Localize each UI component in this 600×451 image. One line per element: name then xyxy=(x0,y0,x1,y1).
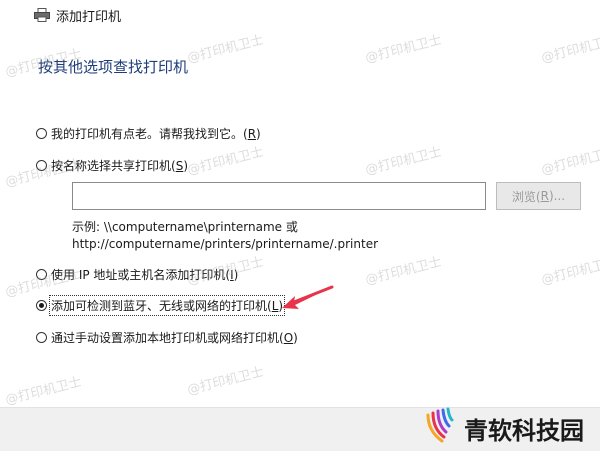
logo-text: 青软科技园 xyxy=(464,417,584,445)
watermark: @打印机卫士 xyxy=(3,374,84,409)
radio-old-printer[interactable] xyxy=(36,128,47,139)
page-heading: 按其他选项查找打印机 xyxy=(38,58,189,76)
option-old-printer-label: 我的打印机有点老。请帮我找到它。(R) xyxy=(51,127,261,141)
option-old-printer[interactable]: 我的打印机有点老。请帮我找到它。(R) xyxy=(36,125,261,142)
logo-wave-icon xyxy=(426,407,454,443)
watermark: @打印机卫士 xyxy=(185,144,266,179)
title-bar: 添加打印机 xyxy=(0,0,600,32)
option-bluetooth-wireless-label: 添加可检测到蓝牙、无线或网络的打印机(L) xyxy=(48,295,286,316)
printer-icon xyxy=(34,8,50,22)
option-manual-setup-label: 通过手动设置添加本地打印机或网络打印机(O) xyxy=(51,331,298,345)
shared-printer-name-input[interactable] xyxy=(72,182,486,210)
radio-ip-address[interactable] xyxy=(36,269,47,280)
watermark: @打印机卫士 xyxy=(185,364,266,399)
option-manual-setup[interactable]: 通过手动设置添加本地打印机或网络打印机(O) xyxy=(36,329,298,346)
watermark: @打印机卫士 xyxy=(363,254,444,289)
option-bluetooth-wireless[interactable]: 添加可检测到蓝牙、无线或网络的打印机(L) xyxy=(36,295,286,316)
red-arrow-annotation xyxy=(282,285,334,309)
brand-logo: 青软科技园 xyxy=(420,403,600,450)
example-line-2: http://computername/printers/printername… xyxy=(72,237,379,251)
browse-button[interactable]: 浏览(R)... xyxy=(496,182,581,210)
option-ip-address-label: 使用 IP 地址或主机名添加打印机(I) xyxy=(51,268,239,282)
radio-manual-setup[interactable] xyxy=(36,332,47,343)
watermark: @打印机卫士 xyxy=(363,144,444,179)
watermark: @打印机卫士 xyxy=(539,144,600,179)
radio-shared-printer[interactable] xyxy=(36,160,47,171)
option-shared-printer[interactable]: 按名称选择共享打印机(S) xyxy=(36,157,188,174)
example-text: 示例: \\computername\printername 或 http://… xyxy=(72,219,378,253)
example-line-1: 示例: \\computername\printername 或 xyxy=(72,220,298,234)
watermark: @打印机卫士 xyxy=(539,32,600,67)
watermark: @打印机卫士 xyxy=(539,254,600,289)
watermark: @打印机卫士 xyxy=(185,32,266,67)
option-shared-printer-label: 按名称选择共享打印机(S) xyxy=(51,159,188,173)
watermark: @打印机卫士 xyxy=(363,32,444,67)
option-ip-address[interactable]: 使用 IP 地址或主机名添加打印机(I) xyxy=(36,266,238,283)
window-title: 添加打印机 xyxy=(56,10,122,25)
radio-bluetooth-wireless[interactable] xyxy=(36,300,47,311)
